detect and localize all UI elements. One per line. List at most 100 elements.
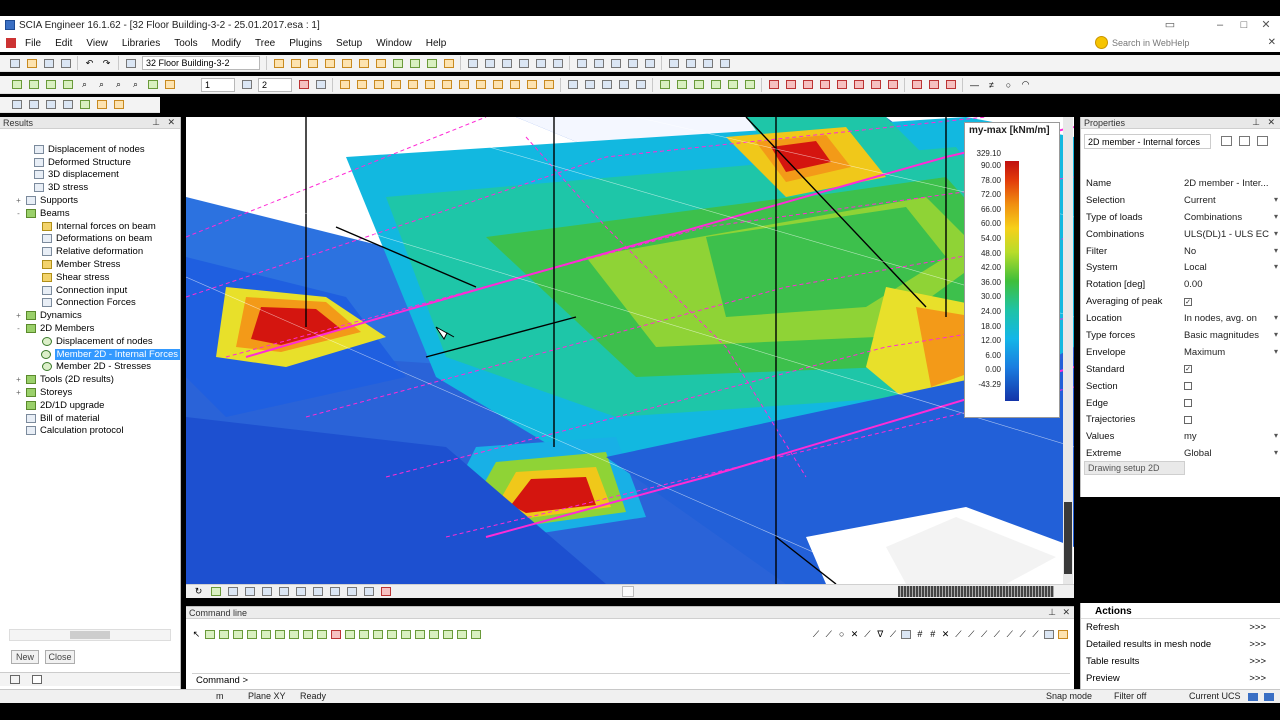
load-tool-icon[interactable] [60,78,75,91]
view-tab-icon[interactable] [32,675,42,684]
model-tool-1-icon[interactable] [337,78,352,91]
menu-file[interactable]: File [18,38,48,49]
edit-tool-2-icon[interactable] [582,78,597,91]
display-tool-4-icon[interactable] [516,57,531,70]
props-edit-icon[interactable] [1257,136,1268,146]
cmd-tool-4-icon[interactable] [246,628,258,641]
view-tool-4-icon[interactable] [322,57,337,70]
property-value[interactable]: my [1184,431,1280,442]
tree-expander-icon[interactable] [14,401,23,410]
render-tool-3-icon[interactable] [608,57,623,70]
cmd-tool-18-icon[interactable] [442,628,454,641]
unchecked-icon[interactable] [1184,382,1192,391]
pan-view-icon[interactable] [208,585,223,598]
arc-tool-icon[interactable]: ◠ [1018,78,1033,91]
status-grid-icon[interactable] [1264,693,1274,701]
model-tool-13-icon[interactable] [541,78,556,91]
menu-setup[interactable]: Setup [329,38,369,49]
tree-item-15[interactable]: Displacement of nodes [0,335,180,348]
edit-tool-4-icon[interactable] [616,78,631,91]
status-view-icon[interactable] [1248,693,1258,701]
tree-item-22[interactable]: Calculation protocol [0,425,180,438]
cmd-tool-1-icon[interactable] [204,628,216,641]
cmd-tool-12-icon[interactable] [358,628,370,641]
system-menu-icon[interactable] [6,38,16,48]
load-tool-4-icon[interactable] [708,78,723,91]
property-row[interactable]: Extreme Global [1081,445,1280,462]
tree-item-6[interactable]: Internal forces on beam [0,220,180,233]
cmd-tool-15-icon[interactable] [400,628,412,641]
menu-window[interactable]: Window [369,38,419,49]
cmd-tool-17-icon[interactable] [428,628,440,641]
property-row[interactable]: Trajectories [1081,411,1280,428]
zoom-out-icon[interactable]: ⌕ [94,78,109,91]
model-tool-5-icon[interactable] [405,78,420,91]
circle-tool-icon[interactable]: ○ [1001,78,1016,91]
action-arrow-icon[interactable]: >>> [1249,673,1266,684]
structure-tool-icon[interactable] [313,78,328,91]
render-mode-5-icon[interactable] [310,585,325,598]
maximize-icon[interactable]: □ [1232,17,1256,32]
filter-tool-icon[interactable] [717,57,732,70]
cmd-tool-11-icon[interactable] [344,628,356,641]
load-tool-6-icon[interactable] [742,78,757,91]
action-item[interactable]: Detailed results in mesh node >>> [1081,636,1280,653]
property-row[interactable]: Envelope Maximum [1081,344,1280,361]
zoom-tool-icon[interactable] [683,57,698,70]
edit-tool-5-icon[interactable] [633,78,648,91]
tree-expander-icon[interactable] [30,298,39,307]
layer-tool-7-icon[interactable] [111,98,126,111]
view-tool-8-icon[interactable] [390,57,405,70]
restore-icon[interactable]: ▭ [1158,17,1182,32]
pin-icon[interactable]: ⊥ [152,117,160,128]
property-row[interactable]: Rotation [deg] 0.00 [1081,276,1280,293]
cmd-tool-2-icon[interactable] [218,628,230,641]
tree-item-12[interactable]: Connection Forces [0,297,180,310]
snap-tool-17-icon[interactable]: ⟋ [1017,628,1028,641]
redo-icon[interactable]: ↷ [99,57,114,70]
tree-expander-icon[interactable] [22,145,31,154]
cmd-tool-14-icon[interactable] [386,628,398,641]
snap-tool-20-icon[interactable] [1057,628,1069,641]
print-icon[interactable] [58,57,73,70]
tree-item-11[interactable]: Connection input [0,284,180,297]
model-tool-8-icon[interactable] [456,78,471,91]
result-tool-6-icon[interactable] [851,78,866,91]
action-item[interactable]: Table results >>> [1081,653,1280,670]
smiley-icon[interactable] [1095,36,1108,49]
render-mode-1-icon[interactable] [242,585,257,598]
check-tool-2-icon[interactable] [926,78,941,91]
tree-expander-icon[interactable] [30,260,39,269]
tree-item-20[interactable]: 2D/1D upgrade [0,399,180,412]
property-row[interactable]: Name 2D member - Inter... [1081,175,1280,192]
command-close-icon[interactable]: ✕ [1062,607,1070,618]
view-tool-1-icon[interactable] [271,57,286,70]
node-tool-icon[interactable] [9,78,24,91]
snap-tool-19-icon[interactable] [1043,628,1055,641]
tree-item-5[interactable]: - Beams [0,207,180,220]
unchecked-icon[interactable] [1184,415,1192,424]
viewport-vertical-scrollbar[interactable] [1063,117,1073,584]
model-tool-7-icon[interactable] [439,78,454,91]
cmd-tool-13-icon[interactable] [372,628,384,641]
display-tool-2-icon[interactable] [482,57,497,70]
view-tool-9-icon[interactable] [407,57,422,70]
property-row[interactable]: Values my [1081,428,1280,445]
view-tool-7-icon[interactable] [373,57,388,70]
tree-item-14[interactable]: - 2D Members [0,322,180,335]
property-row[interactable]: Filter No [1081,243,1280,260]
tree-item-21[interactable]: Bill of material [0,412,180,425]
layer-tool-3-icon[interactable] [43,98,58,111]
property-checkbox[interactable]: ✓ [1184,364,1280,375]
tree-expander-icon[interactable] [30,222,39,231]
property-row[interactable]: Standard ✓ [1081,361,1280,378]
render-tool-1-icon[interactable] [574,57,589,70]
render-tool-2-icon[interactable] [591,57,606,70]
view-tool-6-icon[interactable] [356,57,371,70]
tree-horizontal-scrollbar[interactable] [9,629,171,641]
status-ucs[interactable]: Current UCS [1189,691,1241,701]
props-filter-icon[interactable] [1221,136,1232,146]
tree-expander-icon[interactable] [30,350,38,359]
lock-icon[interactable] [162,78,177,91]
property-value[interactable]: 2D member - Inter... [1184,178,1280,189]
